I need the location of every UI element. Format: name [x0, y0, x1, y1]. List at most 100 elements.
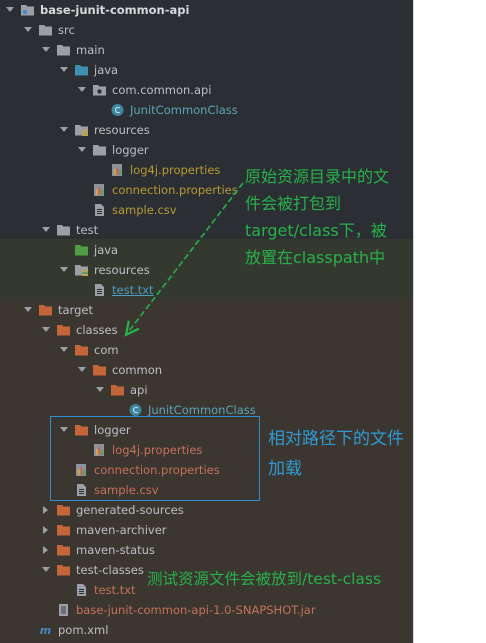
tree-row-label: java: [94, 243, 119, 257]
resources-note-line-2: 件会被打包到: [245, 194, 342, 213]
chevron-down-icon[interactable]: [24, 27, 32, 33]
tree-row-label: java: [94, 63, 119, 77]
tree-row[interactable]: target: [0, 300, 413, 320]
tree-row-label: main: [76, 43, 105, 57]
resources-note-line-4: 放置在classpath中: [245, 248, 386, 267]
tree-row-label: classes: [76, 323, 118, 337]
test-source-root-icon: [74, 243, 89, 257]
text-file-icon: [92, 283, 107, 297]
module-folder-icon: [20, 3, 35, 17]
tree-row-label: com: [94, 343, 119, 357]
tree-row[interactable]: src: [0, 20, 413, 40]
tree-row-label: test: [76, 223, 99, 237]
tree-row-label: test.txt: [94, 583, 136, 597]
tree-row[interactable]: maven-archiver: [0, 520, 413, 540]
text-file-icon: [74, 583, 89, 597]
resources-note: 原始资源目录中的文 件会被打包到 target/class下，被 放置在clas…: [245, 163, 389, 271]
tree-row[interactable]: base-junit-common-api-1.0-SNAPSHOT.jar: [0, 600, 413, 620]
relative-path-note-line-2: 加载: [268, 459, 302, 479]
chevron-down-icon[interactable]: [24, 307, 32, 313]
tree-row-label: logger: [112, 143, 149, 157]
java-class-icon: C: [110, 103, 125, 117]
tree-row[interactable]: C JunitCommonClass: [0, 100, 413, 120]
chevron-down-icon[interactable]: [78, 147, 86, 153]
text-file-icon: [92, 203, 107, 217]
chevron-down-icon[interactable]: [96, 387, 104, 393]
tree-row[interactable]: m pom.xml: [0, 620, 413, 640]
tree-row-label: test.txt: [112, 283, 154, 297]
tree-row[interactable]: com: [0, 340, 413, 360]
folder-icon: [38, 23, 53, 37]
tree-row-label: connection.properties: [112, 183, 238, 197]
tree-row[interactable]: resources: [0, 120, 413, 140]
tree-row-label: common: [112, 363, 163, 377]
excluded-folder-icon: [56, 503, 71, 517]
excluded-folder-icon: [56, 523, 71, 537]
tree-row-label: maven-status: [76, 543, 155, 557]
properties-file-icon: [110, 163, 125, 177]
source-root-icon: [74, 63, 89, 77]
tree-row[interactable]: java: [0, 60, 413, 80]
tree-row-label: JunitCommonClass: [130, 103, 238, 117]
tree-row-label: resources: [94, 263, 150, 277]
tree-row-label: api: [130, 383, 148, 397]
resources-note-line-1: 原始资源目录中的文: [245, 167, 390, 186]
excluded-folder-icon: [56, 563, 71, 577]
tree-row[interactable]: main: [0, 40, 413, 60]
chevron-right-icon[interactable]: [42, 506, 48, 514]
tree-row-label: pom.xml: [58, 623, 109, 637]
svg-text:C: C: [133, 406, 139, 415]
svg-text:C: C: [115, 106, 121, 115]
chevron-down-icon[interactable]: [42, 47, 50, 53]
tree-row-label: src: [58, 23, 75, 37]
chevron-right-icon[interactable]: [42, 546, 48, 554]
tree-row-label: log4j.properties: [130, 163, 221, 177]
test-resources-folder-icon: [74, 263, 89, 277]
tree-row[interactable]: com.common.api: [0, 80, 413, 100]
excluded-folder-icon: [74, 343, 89, 357]
class-file-icon: C: [128, 403, 143, 417]
excluded-folder-icon: [92, 363, 107, 377]
relative-path-frame: [50, 416, 260, 501]
chevron-right-icon[interactable]: [42, 526, 48, 534]
chevron-down-icon[interactable]: [60, 267, 68, 273]
tree-row-label: generated-sources: [76, 503, 184, 517]
test-resources-note: 测试资源文件会被放到/test-class: [147, 570, 382, 588]
chevron-down-icon[interactable]: [42, 327, 50, 333]
tree-row-label: resources: [94, 123, 150, 137]
tree-row[interactable]: base-junit-common-api: [0, 0, 413, 20]
chevron-down-icon[interactable]: [6, 7, 14, 13]
tree-row-label: com.common.api: [112, 83, 212, 97]
resources-folder-icon: [74, 123, 89, 137]
chevron-down-icon[interactable]: [78, 87, 86, 93]
properties-file-icon: [92, 183, 107, 197]
relative-path-note-line-1: 相对路径下的文件: [268, 429, 404, 449]
tree-row[interactable]: common: [0, 360, 413, 380]
chevron-down-icon[interactable]: [42, 227, 50, 233]
tree-row[interactable]: classes: [0, 320, 413, 340]
tree-row-label: test-classes: [76, 563, 144, 577]
tree-row[interactable]: api: [0, 380, 413, 400]
tree-row[interactable]: logger: [0, 140, 413, 160]
excluded-folder-icon: [110, 383, 125, 397]
chevron-down-icon[interactable]: [42, 567, 50, 573]
tree-row[interactable]: maven-status: [0, 540, 413, 560]
tree-row-label: target: [58, 303, 93, 317]
tree-row-label: base-junit-common-api-1.0-SNAPSHOT.jar: [76, 603, 316, 617]
resources-note-line-3: target/class下，被: [245, 221, 387, 240]
tree-row[interactable]: test.txt: [0, 280, 413, 300]
package-icon: [92, 83, 107, 97]
chevron-down-icon[interactable]: [78, 367, 86, 373]
folder-icon: [56, 43, 71, 57]
svg-text:m: m: [40, 624, 51, 637]
tree-row[interactable]: generated-sources: [0, 500, 413, 520]
chevron-down-icon[interactable]: [60, 67, 68, 73]
folder-icon: [56, 223, 71, 237]
tree-row-label: sample.csv: [112, 203, 177, 217]
maven-pom-icon: m: [38, 623, 53, 637]
tree-row-label: base-junit-common-api: [40, 3, 190, 17]
jar-file-icon: [56, 603, 71, 617]
chevron-down-icon[interactable]: [60, 127, 68, 133]
chevron-down-icon[interactable]: [60, 347, 68, 353]
folder-icon: [92, 143, 107, 157]
